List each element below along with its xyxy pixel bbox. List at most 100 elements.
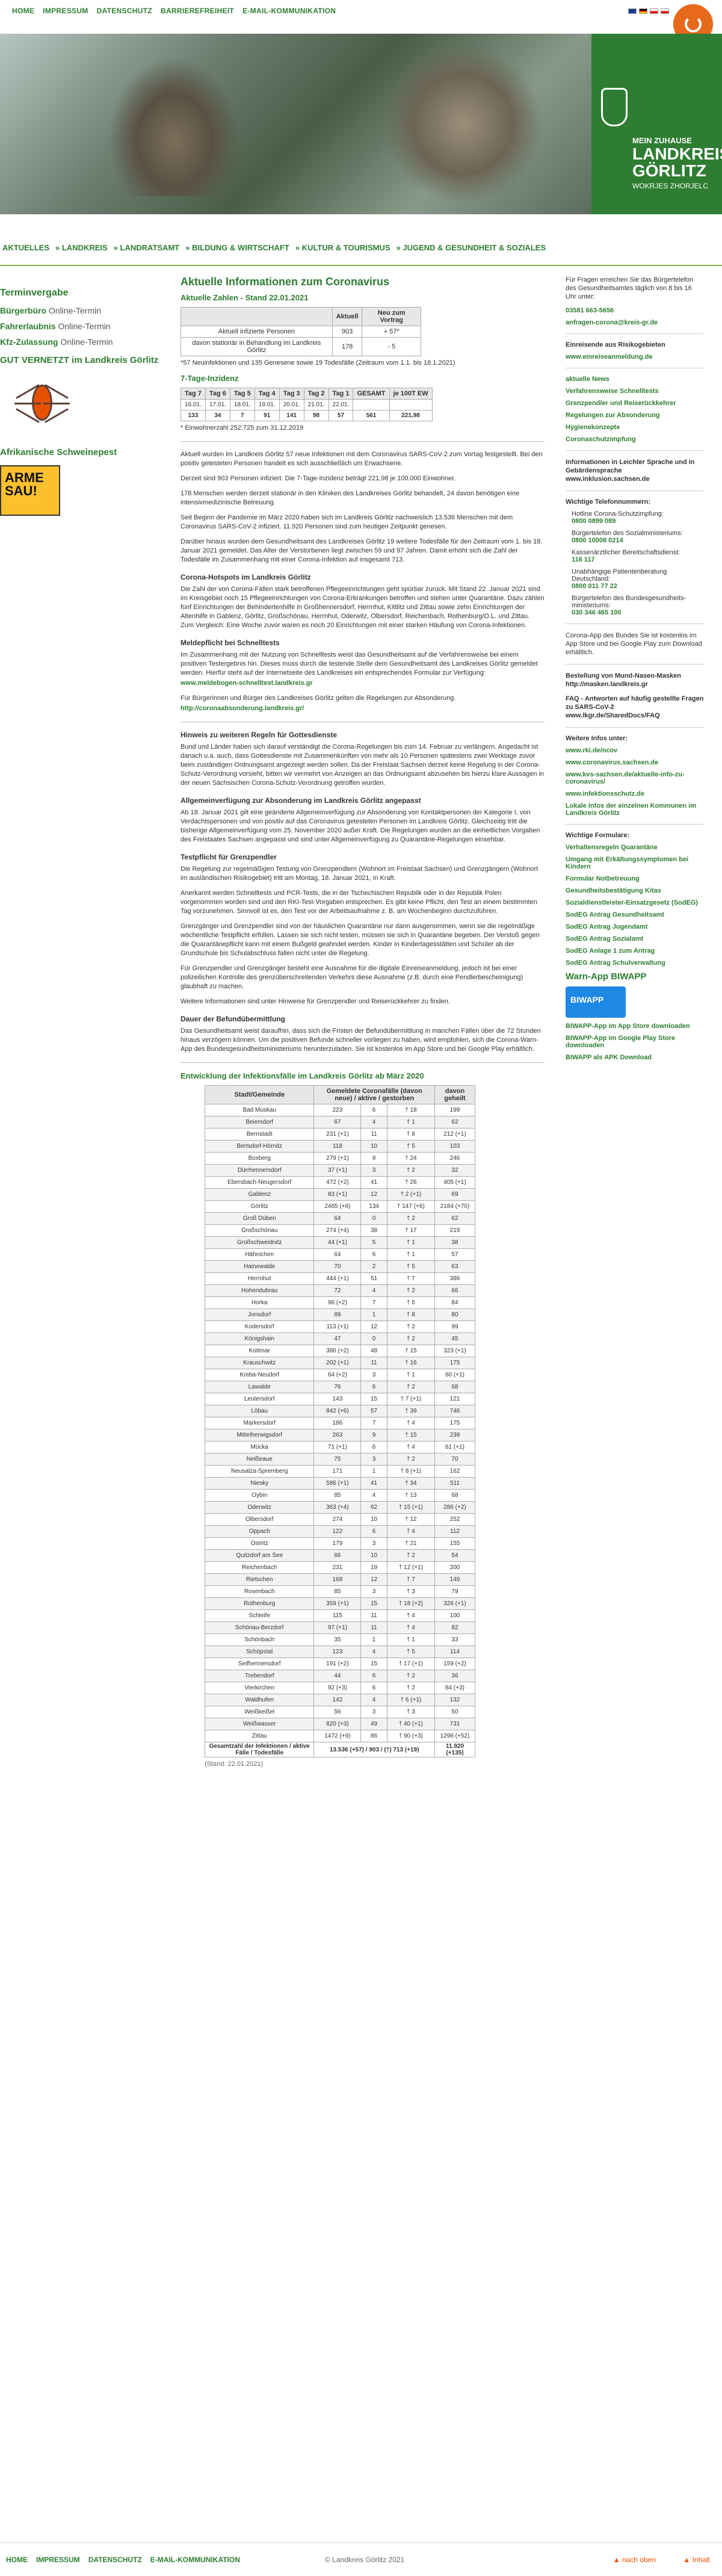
info-link[interactable]: www.kvs-sachsen.de/aktuelle-info-zu-coro… — [566, 771, 704, 785]
info-link[interactable]: www.infektionsschutz.de — [566, 790, 704, 797]
flag-cz-icon[interactable] — [650, 8, 658, 14]
corona-app-text[interactable]: Corona-App des Bundes Sie ist kostenlos … — [566, 631, 704, 657]
nav-kultur[interactable]: » KULTUR & TOURISMUS — [295, 243, 390, 255]
cell-17-2: 1 — [360, 1308, 387, 1321]
tel-number[interactable]: 0800 10008 0214 — [566, 537, 704, 544]
inz-v-6: 57 — [328, 410, 354, 421]
link-kfz[interactable]: Kfz-Zulassung Online-Termin — [0, 337, 174, 347]
cell-10-0: Großschönau — [204, 1224, 315, 1237]
topnav-barrierefreiheit[interactable]: BARRIEREFREIHEIT — [161, 7, 234, 15]
link-buergerbuero[interactable]: Bürgerbüro Online-Termin — [0, 306, 174, 315]
cell-31-0: Niesky — [204, 1477, 315, 1490]
right-link[interactable]: Hygienekonzepte — [566, 424, 704, 431]
topnav-home[interactable]: HOME — [12, 7, 34, 15]
nav-jugend[interactable]: » JUGEND & GESUNDHEIT & SOZIALES — [396, 243, 546, 255]
gottesdienst-heading: Hinweis zu weiteren Regeln für Gottesdie… — [180, 731, 338, 739]
nav-landkreis[interactable]: » LANDKREIS — [55, 243, 108, 255]
leichte-sprache-link[interactable]: Informationen in Leichter Sprache und in… — [566, 458, 704, 483]
cell-46-4: 159 (+2) — [434, 1658, 476, 1670]
email-link[interactable]: anfragen-corona@kreis-gr.de — [566, 319, 704, 326]
flag-de-icon[interactable] — [639, 8, 647, 14]
masken-link[interactable]: Bestellung von Mund-Nasen-Masken http://… — [566, 672, 704, 689]
cell-45-4: 114 — [434, 1646, 476, 1658]
form-link[interactable]: SodEG Antrag Schulverwaltung — [566, 959, 704, 967]
inz-h-2: Tag 5 — [229, 388, 255, 400]
link-kfz-label: Kfz-Zulassung — [0, 337, 58, 347]
right-link[interactable]: Coronaschutzimpfung — [566, 436, 704, 443]
form-link[interactable]: SodEG Antrag Sozialamt — [566, 935, 704, 943]
topnav-email[interactable]: E-MAIL-KOMMUNIKATION — [242, 7, 336, 15]
biwapp-link[interactable]: BIWAPP als APK Download — [566, 1054, 704, 1061]
form-link[interactable]: Sozialdienstleister-Einsatzgesetz (SodEG… — [566, 899, 704, 906]
right-link[interactable]: aktuelle News — [566, 376, 704, 383]
nav-bildung[interactable]: » BILDUNG & WIRTSCHAFT — [185, 243, 289, 255]
right-link[interactable]: Grenzpendler und Reiserückkehrer — [566, 400, 704, 407]
spider-logo-icon[interactable] — [12, 373, 72, 433]
form-link[interactable]: SodEG Anlage 1 zum Antrag — [566, 947, 704, 955]
table-row: Beiersdorf 67 4 † 1 62 — [204, 1116, 476, 1129]
biwapp-link[interactable]: BIWAPP-App im App Store downloaden — [566, 1023, 704, 1030]
footer-home[interactable]: HOME — [6, 2556, 28, 2564]
right-link[interactable]: Verfahrensweise Schnelltests — [566, 388, 704, 395]
footer-email[interactable]: E-MAIL-KOMMUNIKATION — [150, 2556, 240, 2564]
info-link[interactable]: www.rki.de/ncov — [566, 747, 704, 754]
footer-nach-oben[interactable]: ▲ nach oben — [613, 2556, 656, 2564]
inz-d-6: 22.01. — [328, 399, 354, 410]
form-link[interactable]: SodEG Antrag Gesundheitsamt — [566, 911, 704, 918]
form-link[interactable]: SodEG Antrag Jugendamt — [566, 923, 704, 930]
cell-35-0: Oppach — [204, 1525, 315, 1538]
link-fahrerlaubnis[interactable]: Fahrerlaubnis Online-Termin — [0, 321, 174, 331]
logo-line1: MEIN ZUHAUSE — [632, 136, 692, 145]
cell-46-3: † 17 (+1) — [386, 1658, 435, 1670]
arme-sau-banner[interactable]: ARME SAU! — [0, 465, 60, 516]
tel-number[interactable]: 116 117 — [566, 556, 704, 563]
table-row: Herrnhut 444 (+1) 51 † 7 386 — [204, 1272, 476, 1285]
flag-pl-icon[interactable] — [661, 8, 669, 14]
logo-line2a: LANDKREIS — [632, 144, 722, 163]
info-link[interactable]: Lokale Infos der einzelnen Kommunen im L… — [566, 802, 704, 817]
cell-17-4: 80 — [434, 1308, 476, 1321]
cell-2-1: 231 (+1) — [313, 1128, 362, 1141]
form-link[interactable]: Umgang mit Erkältungssymptomen bei Kinde… — [566, 856, 704, 870]
nav-landratsamt[interactable]: » LANDRATSAMT — [114, 243, 180, 255]
nav-aktuelles[interactable]: AKTUELLES — [2, 243, 49, 255]
form-link[interactable]: Formular Notbetreuung — [566, 875, 704, 882]
buergertelefon-text: Für Fragen erreichen Sie das Bürgertelef… — [566, 276, 694, 300]
tel-number[interactable]: 0800 0899 089 — [566, 518, 704, 525]
vernetzt-title[interactable]: GUT VERNETZT im Landkreis Görlitz — [0, 355, 174, 365]
cell-33-2: 62 — [360, 1501, 387, 1514]
cell-50-2: 3 — [360, 1706, 387, 1718]
cell-39-2: 12 — [360, 1573, 387, 1586]
topnav-impressum[interactable]: IMPRESSUM — [43, 7, 88, 15]
footer-impressum[interactable]: IMPRESSUM — [36, 2556, 80, 2564]
flag-uk-icon[interactable] — [628, 8, 637, 14]
phone-link[interactable]: 03581 663-5656 — [566, 307, 704, 314]
t1-r0c1: 903 — [332, 326, 363, 338]
footer-datenschutz[interactable]: DATENSCHUTZ — [88, 2556, 142, 2564]
inzidenz-title: 7-Tage-Inzidenz — [180, 374, 239, 383]
cell-27-1: 263 — [313, 1429, 362, 1441]
right-link[interactable]: Regelungen zur Absonderung — [566, 412, 704, 419]
cell-50-4: 50 — [434, 1706, 476, 1718]
cell-29-2: 3 — [360, 1453, 387, 1466]
swine-title[interactable]: Afrikanische Schweinepest — [0, 447, 174, 458]
footer-inhalt[interactable]: ▲ Inhalt — [683, 2556, 710, 2564]
cell-2-2: 11 — [360, 1128, 387, 1141]
tel-number[interactable]: 030 346 465 100 — [566, 609, 704, 616]
meldebogen-link[interactable]: www.meldebogen-schnelltest.landkreis.gr — [180, 680, 313, 687]
biwapp-logo[interactable]: BIWAPP — [566, 986, 626, 1018]
biwapp-link[interactable]: BIWAPP-App im Google Play Store download… — [566, 1035, 704, 1049]
faq-link[interactable]: FAQ - Antworten auf häufig gestellte Fra… — [566, 695, 704, 720]
topnav-datenschutz[interactable]: DATENSCHUTZ — [97, 7, 152, 15]
cell-25-2: 57 — [360, 1405, 387, 1417]
cell-43-1: 97 (+1) — [313, 1621, 362, 1634]
form-link[interactable]: Gesundheitsbestätigung Kitas — [566, 887, 704, 894]
tel-number[interactable]: 0800 011 77 22 — [566, 583, 704, 590]
info-link[interactable]: www.coronavirus.sachsen.de — [566, 759, 704, 766]
logo[interactable]: MEIN ZUHAUSE LANDKREIS GÖRLITZ WOKRJES ZH… — [591, 34, 722, 214]
form-link[interactable]: Verhaltensregeln Quarantäne — [566, 844, 704, 851]
cell-33-4: 286 (+2) — [434, 1501, 476, 1514]
cell-48-2: 6 — [360, 1682, 387, 1694]
einreise-link[interactable]: www.einreiseanmeldung.de — [566, 353, 704, 361]
absonderung-link[interactable]: http://coronaabsonderung.landkreis.gr/ — [180, 705, 304, 712]
